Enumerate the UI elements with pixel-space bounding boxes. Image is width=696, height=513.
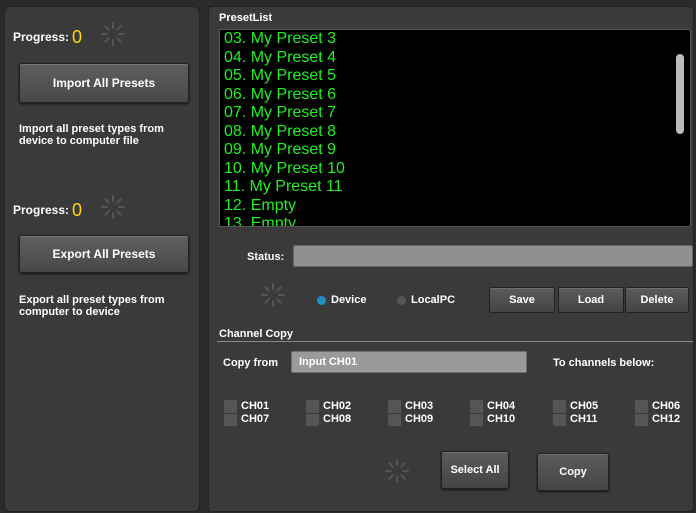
export-spinner-icon <box>101 195 125 219</box>
preset-list-item[interactable]: 06. My Preset 6 <box>224 86 345 105</box>
channel-label[interactable]: CH09 <box>405 413 433 425</box>
preset-list-item[interactable]: 08. My Preset 8 <box>224 123 345 142</box>
to-channels-label: To channels below: <box>553 357 655 369</box>
channel-label[interactable]: CH10 <box>487 413 515 425</box>
preset-list-item[interactable]: 09. My Preset 9 <box>224 141 345 160</box>
preset-list-item[interactable]: 04. My Preset 4 <box>224 49 345 68</box>
channel-checkbox[interactable] <box>305 399 320 427</box>
channel-label[interactable]: CH12 <box>652 413 680 425</box>
busy-spinner-icon <box>261 283 285 307</box>
channel-label[interactable]: CH02 <box>323 400 351 412</box>
channel-label[interactable]: CH03 <box>405 400 433 412</box>
channel-label[interactable]: CH01 <box>241 400 269 412</box>
channel-checkbox[interactable] <box>223 399 238 427</box>
import-description: Import all preset types from device to c… <box>19 123 164 147</box>
channel-pair: CH01 CH07 <box>223 399 285 427</box>
preset-list-scrollbar[interactable] <box>676 54 684 134</box>
export-description: Export all preset types from computer to… <box>19 294 165 318</box>
preset-list-item[interactable]: 13. Empty <box>224 215 345 226</box>
import-spinner-icon <box>101 22 125 46</box>
export-progress-label: Progress: <box>13 203 70 217</box>
localpc-radio[interactable] <box>397 296 406 305</box>
save-button[interactable]: Save <box>489 287 555 313</box>
channel-copy-divider <box>217 341 693 342</box>
channel-label[interactable]: CH11 <box>570 413 598 425</box>
channel-checkbox[interactable] <box>552 399 567 427</box>
channel-label[interactable]: CH04 <box>487 400 515 412</box>
copy-from-select[interactable]: Input CH01 <box>291 351 527 373</box>
preset-list-item[interactable]: 05. My Preset 5 <box>224 67 345 86</box>
preset-list-item[interactable]: 11. My Preset 11 <box>224 178 345 197</box>
preset-list-box[interactable]: 03. My Preset 3 04. My Preset 4 05. My Pre… <box>219 29 691 227</box>
copy-button[interactable]: Copy <box>537 453 609 491</box>
channel-pair: CH04 CH10 <box>469 399 531 427</box>
copy-from-label: Copy from <box>223 357 278 369</box>
import-all-presets-button[interactable]: Import All Presets <box>19 63 189 103</box>
preset-list-title: PresetList <box>219 12 273 24</box>
load-button[interactable]: Load <box>558 287 624 313</box>
status-field <box>293 245 693 267</box>
preset-list-item[interactable]: 10. My Preset 10 <box>224 160 345 179</box>
channel-pair: CH03 CH09 <box>387 399 449 427</box>
preset-list-item[interactable]: 12. Empty <box>224 197 345 216</box>
import-progress-value: 0 <box>72 27 83 47</box>
preset-list: 03. My Preset 3 04. My Preset 4 05. My Pre… <box>224 30 345 226</box>
preset-list-item[interactable]: 03. My Preset 3 <box>224 30 345 49</box>
preset-file-panel: Progress: 0 Import All Presets Import all… <box>4 6 200 512</box>
export-progress-value: 0 <box>72 200 83 220</box>
channel-checkbox[interactable] <box>469 399 484 427</box>
channel-label[interactable]: CH08 <box>323 413 351 425</box>
preset-manager-panel: PresetList 03. My Preset 3 04. My Preset … <box>208 6 694 512</box>
channel-pair: CH05 CH11 <box>552 399 614 427</box>
channel-copy-title: Channel Copy <box>219 328 293 340</box>
channel-pair: CH06 CH12 <box>634 399 696 427</box>
channel-checkbox[interactable] <box>634 399 649 427</box>
channel-checkbox[interactable] <box>387 399 402 427</box>
status-label: Status: <box>247 251 285 263</box>
channel-pair: CH02 CH08 <box>305 399 367 427</box>
copy-spinner-icon <box>385 459 409 483</box>
export-progress: Progress: 0 <box>13 200 82 221</box>
device-radio[interactable] <box>317 296 326 305</box>
channel-label[interactable]: CH07 <box>241 413 269 425</box>
select-all-button[interactable]: Select All <box>441 451 509 489</box>
preset-list-item[interactable]: 07. My Preset 7 <box>224 104 345 123</box>
import-progress: Progress: 0 <box>13 27 82 48</box>
import-progress-label: Progress: <box>13 30 70 44</box>
channel-label[interactable]: CH05 <box>570 400 598 412</box>
localpc-radio-label: LocalPC <box>411 294 456 306</box>
channel-label[interactable]: CH06 <box>652 400 680 412</box>
delete-button[interactable]: Delete <box>625 287 689 313</box>
export-all-presets-button[interactable]: Export All Presets <box>19 235 189 273</box>
device-radio-label: Device <box>331 294 367 306</box>
